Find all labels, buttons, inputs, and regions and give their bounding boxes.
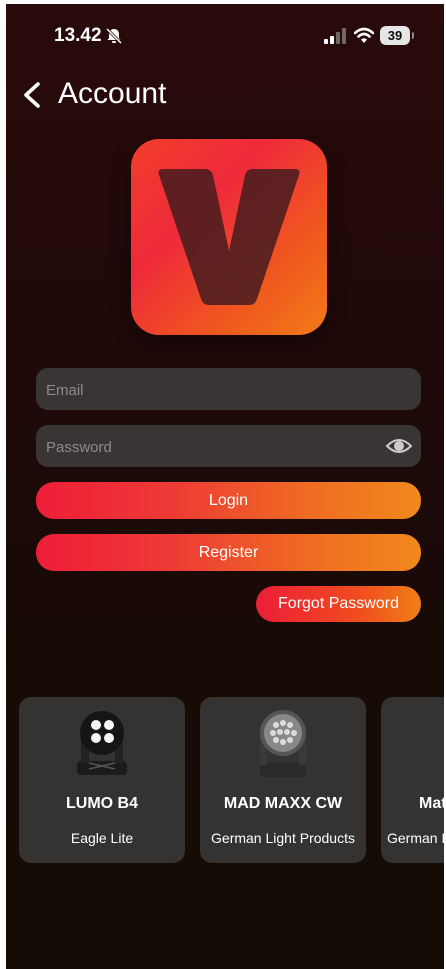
moving-head-light-icon [260, 710, 306, 777]
status-bar: 13.42 39 [6, 24, 444, 48]
login-button[interactable]: Login [36, 482, 421, 519]
page-title: Account [58, 77, 167, 110]
moving-head-light-icon [431, 705, 444, 781]
product-name: MAD MAXX CW [223, 795, 343, 812]
email-field[interactable] [36, 368, 421, 412]
product-brand: German L [387, 830, 444, 846]
wifi-icon [354, 27, 374, 43]
app-logo [131, 139, 327, 335]
signal-icon [324, 28, 346, 44]
chevron-left-icon[interactable] [20, 81, 44, 109]
product-brand: Eagle Lite [70, 830, 134, 846]
product-card[interactable]: Mat German L [381, 697, 444, 863]
email-input[interactable] [44, 368, 378, 412]
product-card[interactable]: LUMO B4 Eagle Lite [19, 697, 185, 863]
moving-head-light-icon [77, 711, 127, 775]
status-time: 13.42 [54, 25, 102, 46]
logo-v-mark [158, 169, 300, 305]
product-name: LUMO B4 [66, 795, 138, 812]
bell-slash-icon [105, 27, 123, 45]
product-brand: German Light Products [211, 830, 355, 846]
app-screen: 13.42 39 Account Email Login Register Fo… [6, 4, 444, 969]
product-name: Mat [419, 795, 444, 812]
password-input[interactable] [44, 425, 378, 469]
product-card[interactable]: MAD MAXX CW German Light Products [200, 697, 366, 863]
battery-icon: 39 [380, 26, 414, 45]
eye-icon[interactable] [385, 434, 413, 458]
password-field[interactable] [36, 425, 421, 469]
register-button[interactable]: Register [36, 534, 421, 571]
forgot-password-button[interactable]: Forgot Password [256, 586, 421, 622]
